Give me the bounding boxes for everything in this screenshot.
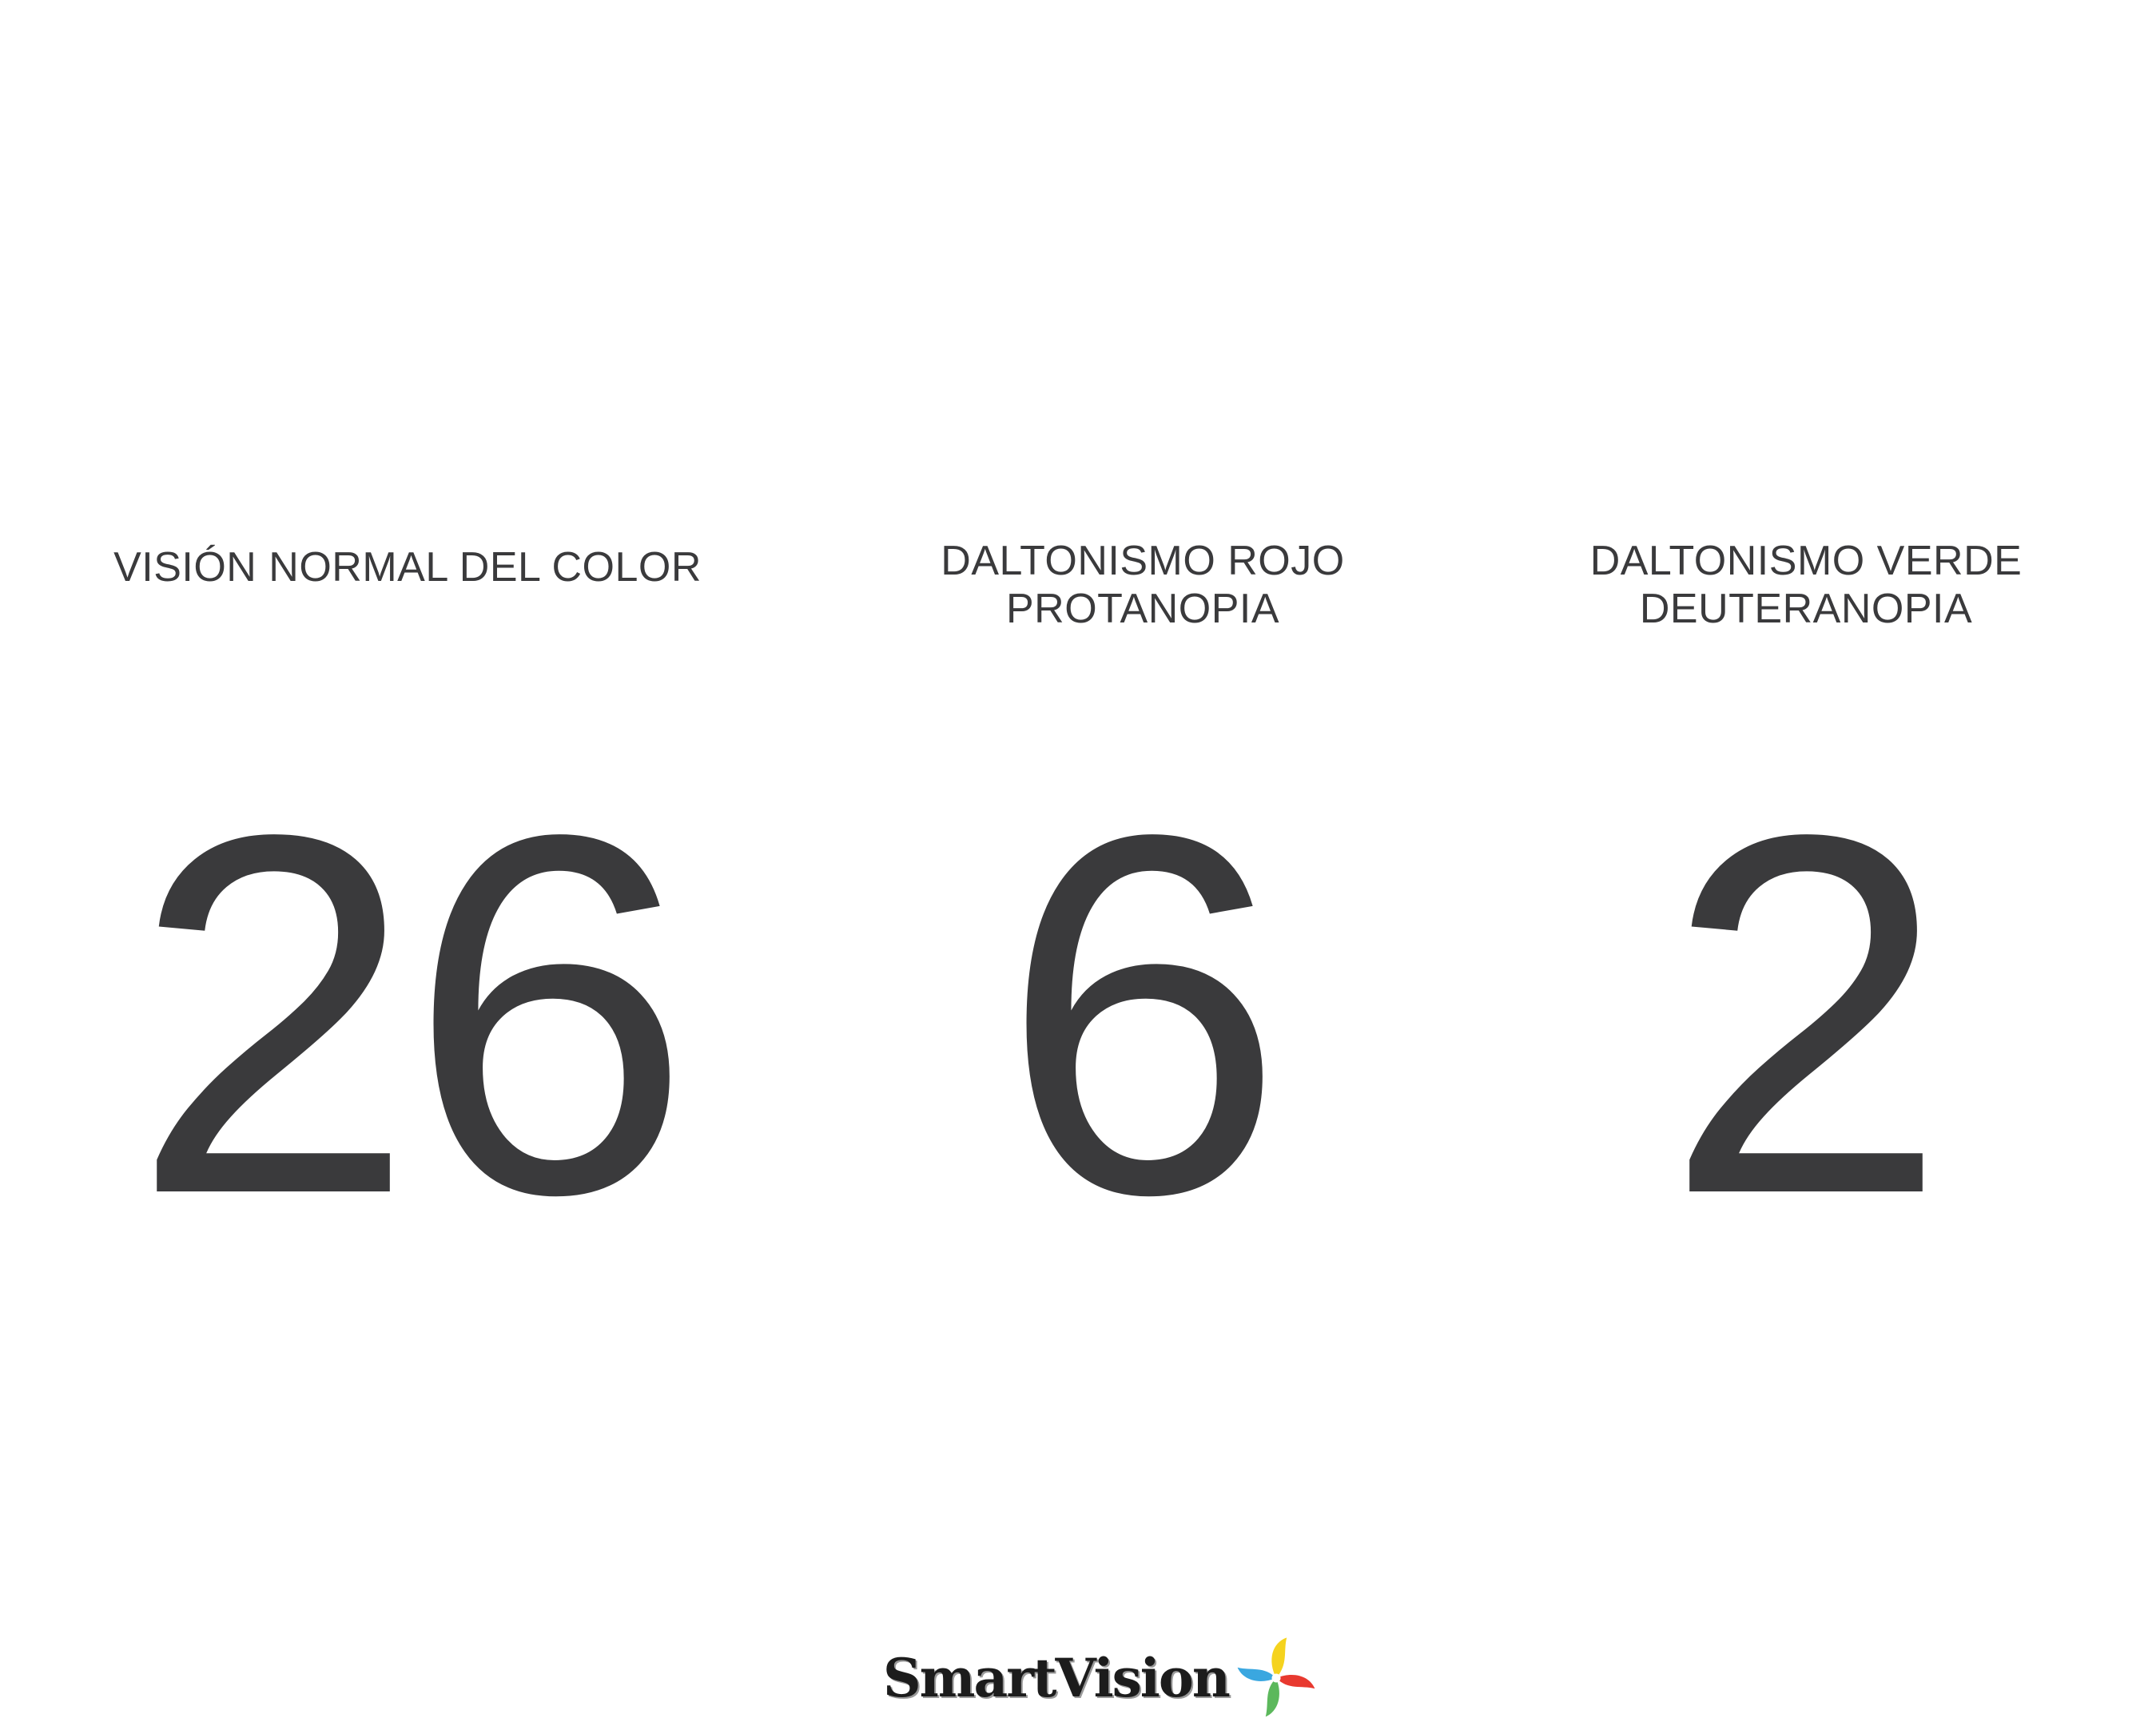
- column-normal-vision: VISIÓN NORMAL DEL COLOR 26: [72, 0, 743, 1726]
- label-protanopia-line1: DALTONISMO ROJO: [941, 538, 1345, 584]
- column-deuteranopia: DALTONISMO VERDE DEUTERANOPIA 2: [1502, 0, 2110, 1726]
- number-normal-vision: 26: [131, 729, 692, 1300]
- pinwheel-logo-icon: [1237, 1637, 1315, 1717]
- column-protanopia: DALTONISMO ROJO PROTANOPIA 6: [855, 0, 1430, 1726]
- label-normal-vision: VISIÓN NORMAL DEL COLOR: [113, 544, 702, 591]
- number-protanopia: 6: [1000, 729, 1285, 1300]
- logo-text: SmartVision: [883, 1647, 1231, 1709]
- smartvision-logo: SmartVision: [883, 1634, 1315, 1722]
- number-deuteranopia: 2: [1664, 729, 1948, 1300]
- label-protanopia-line2: PROTANOPIA: [1005, 586, 1280, 632]
- label-deuteranopia-line1: DALTONISMO VERDE: [1589, 538, 2023, 584]
- label-deuteranopia-line2: DEUTERANOPIA: [1639, 586, 1973, 632]
